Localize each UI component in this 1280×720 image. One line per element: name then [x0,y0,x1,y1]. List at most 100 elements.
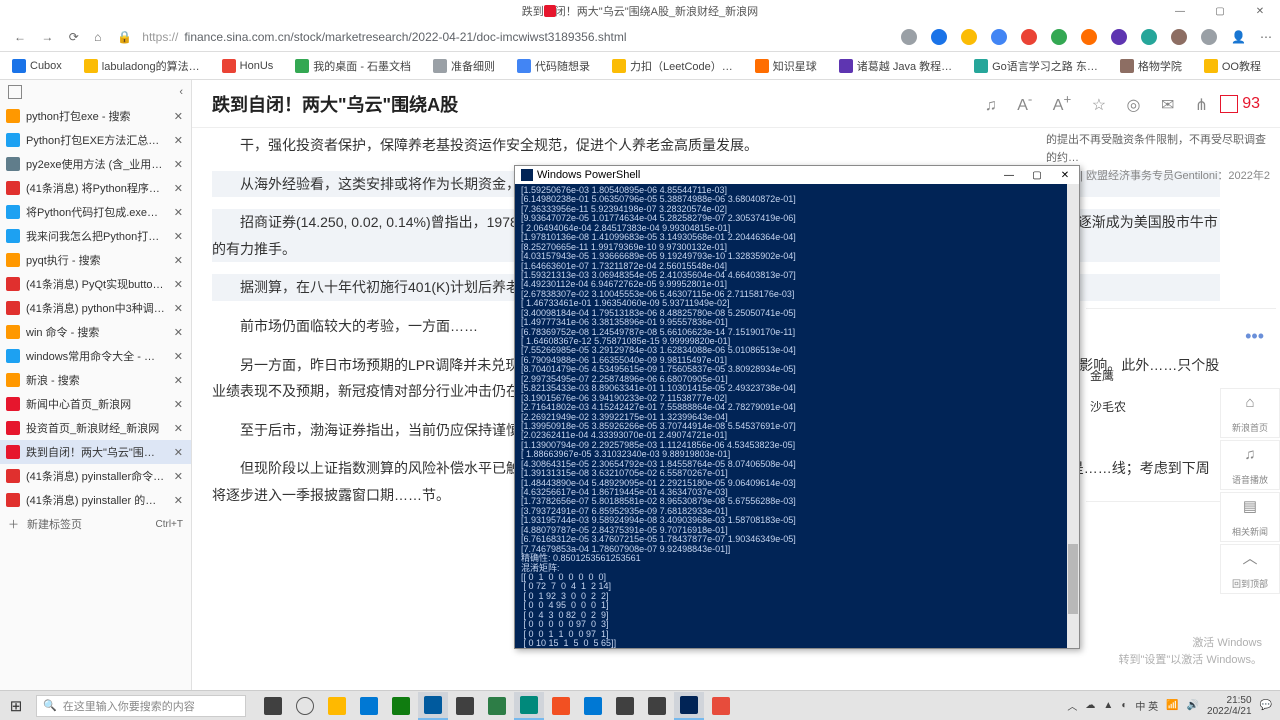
app-button[interactable] [546,692,576,720]
tray-icon[interactable]: ◐ [1121,700,1127,711]
tab-close-icon[interactable]: ✕ [172,110,185,123]
cortana-button[interactable] [290,692,320,720]
tab-close-icon[interactable]: ✕ [172,206,185,219]
vertical-tab[interactable]: (41条消息) pyinstaller命令使用_L_00001…✕ [0,464,191,488]
ps-close-button[interactable]: ✕ [1051,170,1079,181]
tab-close-icon[interactable]: ✕ [172,302,185,315]
ps-maximize-button[interactable]: ▢ [1023,170,1051,181]
vertical-tabs-header[interactable]: ‹ [0,80,191,104]
tab-close-icon[interactable]: ✕ [172,398,185,411]
powershell-output[interactable]: [1.59250676e-03 1.80540895e-06 4.8554471… [515,184,1079,648]
wechat-icon[interactable]: ✉ [1161,97,1174,114]
vertical-tab[interactable]: (41条消息) python中3种调用可执行文件✕ [0,296,191,320]
back-button[interactable]: ← [14,30,26,44]
bookmark-item[interactable]: 力扣（LeetCode）… [608,56,737,76]
close-button[interactable]: ✕ [1240,6,1280,17]
ext-icon[interactable] [931,29,947,45]
edge2-button[interactable] [514,692,544,720]
start-button[interactable]: ⊞ [0,697,32,715]
vertical-tab[interactable]: win 命令 - 搜索✕ [0,320,191,344]
taskbar-search[interactable]: 🔍 在这里输入你要搜索的内容 [36,695,246,717]
tab-close-icon[interactable]: ✕ [172,326,185,339]
float-tool[interactable]: ♫语音播放 [1220,440,1280,490]
vertical-tab[interactable]: (41条消息) PyQt实现button点击触发pyt…✕ [0,272,191,296]
ext-icon[interactable] [1081,29,1097,45]
powershell-titlebar[interactable]: Windows PowerShell — ▢ ✕ [515,166,1079,184]
font-decrease-icon[interactable]: A- [1017,97,1032,114]
vertical-tab[interactable]: (41条消息) pyinstaller 的简单使用_- 这…✕ [0,488,191,512]
store-button[interactable] [450,692,480,720]
menu-icon[interactable]: ⋯ [1260,30,1272,44]
notifications-icon[interactable]: 💬 [1260,700,1272,711]
minimize-button[interactable]: — [1160,6,1200,17]
tab-close-icon[interactable]: ✕ [172,278,185,291]
new-tab-button[interactable]: ＋ 新建标签页 Ctrl+T [0,512,191,536]
bookmark-item[interactable]: 准备细则 [429,56,499,76]
taskbar-clock[interactable]: 21:50 2022/4/21 [1207,695,1252,717]
vertical-tab[interactable]: 新闻中心首页_新浪网✕ [0,392,191,416]
maximize-button[interactable]: ▢ [1200,6,1240,17]
bookmark-item[interactable]: Cubox [8,57,66,75]
notion-button[interactable] [610,692,640,720]
share-icon[interactable]: ⋔ [1195,97,1208,114]
tab-close-icon[interactable]: ✕ [172,254,185,267]
edge-button[interactable] [418,692,448,720]
tab-close-icon[interactable]: ✕ [172,374,185,387]
vscode-button[interactable] [578,692,608,720]
tab-close-icon[interactable]: ✕ [172,422,185,435]
vertical-tab[interactable]: pyqt执行 - 搜索✕ [0,248,191,272]
tab-close-icon[interactable]: ✕ [172,182,185,195]
ext-icon[interactable] [1171,29,1187,45]
vertical-tab[interactable]: Python打包EXE方法汇总整理 - 知乎✕ [0,128,191,152]
ext-icon[interactable] [961,29,977,45]
vertical-tab[interactable]: 跌到自闭！两大"乌云"围绕A股_新浪财经✕ [0,440,191,464]
address-input[interactable]: https://finance.sina.com.cn/stock/market… [142,30,862,44]
word-button[interactable] [354,692,384,720]
float-tool[interactable]: ︿回到顶部 [1220,544,1280,594]
ext-icon[interactable] [1021,29,1037,45]
vertical-tab[interactable]: (41条消息) 将Python程序打包成exe_融媒…✕ [0,176,191,200]
ext-icon[interactable] [1141,29,1157,45]
home-button[interactable]: ⌂ [94,30,101,44]
app3-button[interactable] [706,692,736,720]
volume-icon[interactable]: 🔊 [1187,700,1199,711]
scrollbar[interactable] [1067,184,1079,648]
bookmark-item[interactable]: labuladong的算法… [80,56,204,76]
ext-icon[interactable] [901,29,917,45]
tab-close-icon[interactable]: ✕ [172,494,185,507]
bookmark-item[interactable]: HonUs [218,57,278,75]
vertical-tab[interactable]: 将Python代码打包成.exe可执行文件的完…✕ [0,200,191,224]
forward-button[interactable]: → [41,30,53,44]
tray-icon[interactable]: ☁ [1085,700,1095,711]
bookmark-item[interactable]: 知识星球 [751,56,821,76]
bookmark-item[interactable]: 诸葛越 Java 教程… [835,56,956,76]
tab-close-icon[interactable]: ✕ [172,158,185,171]
tab-close-icon[interactable]: ✕ [172,446,185,459]
bookmark-item[interactable]: 格物学院 [1116,56,1186,76]
bookmark-item[interactable]: Go语言学习之路 东… [970,56,1102,76]
vertical-tab[interactable]: python打包exe - 搜索✕ [0,104,191,128]
wechat-button[interactable] [482,692,512,720]
powershell-window[interactable]: Windows PowerShell — ▢ ✕ [1.59250676e-03… [514,165,1080,649]
vertical-tab[interactable]: windows常用命令大全 - 知乎✕ [0,344,191,368]
excel-button[interactable] [386,692,416,720]
tray-chevron-icon[interactable]: ︿ [1067,698,1077,713]
weibo-icon[interactable]: ◎ [1127,97,1141,114]
tab-close-icon[interactable]: ✕ [172,230,185,243]
tab-close-icon[interactable]: ✕ [172,134,185,147]
bookmark-item[interactable]: OO教程 [1200,56,1265,76]
tab-close-icon[interactable]: ✕ [172,470,185,483]
ext-icon[interactable] [1111,29,1127,45]
scrollbar-thumb[interactable] [1068,544,1078,614]
more-icon[interactable]: ••• [1086,319,1276,353]
vertical-tab[interactable]: 新浪 - 搜索✕ [0,368,191,392]
ps-minimize-button[interactable]: — [995,170,1023,181]
ext-icon[interactable] [991,29,1007,45]
listen-icon[interactable]: ♫ [985,97,997,114]
app2-button[interactable] [642,692,672,720]
tab-close-icon[interactable]: ✕ [172,350,185,363]
bookmark-item[interactable]: 代码随想录 [513,56,594,76]
task-view-button[interactable] [258,692,288,720]
powershell-taskbar-button[interactable] [674,692,704,720]
profile-icon[interactable]: 👤 [1231,30,1246,44]
